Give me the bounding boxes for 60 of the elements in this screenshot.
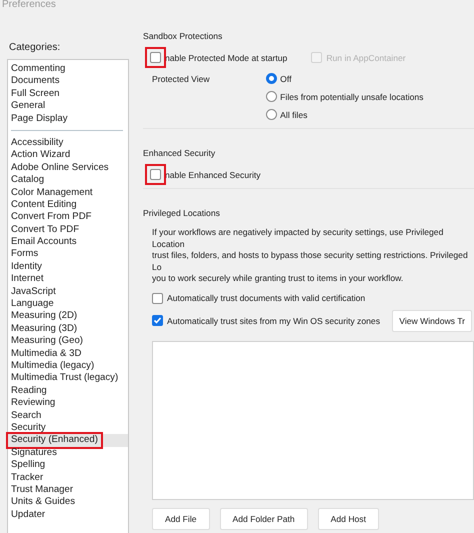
category-item[interactable]: Catalog [8, 174, 128, 187]
category-item[interactable]: Color Management [8, 186, 128, 199]
radio-button[interactable] [266, 109, 278, 120]
category-item[interactable]: Spelling [8, 459, 128, 472]
category-item[interactable]: Reading [8, 384, 128, 398]
add-button[interactable]: Add Folder Path [220, 508, 308, 530]
category-item[interactable]: Convert To PDF [8, 224, 128, 236]
category-item[interactable]: Internet [8, 273, 128, 286]
radio-label: Files from potentially unsafe locations [280, 92, 424, 102]
protected-view-label: Protected View [152, 74, 211, 84]
category-item[interactable]: Tracker [8, 472, 128, 484]
category-item[interactable]: Trust Manager [8, 484, 128, 496]
section-heading: Enhanced Security [143, 148, 216, 158]
category-item[interactable]: Measuring (3D) [8, 322, 128, 336]
category-item[interactable]: Action Wizard [8, 149, 128, 162]
checkbox[interactable] [152, 292, 163, 304]
category-item[interactable]: Measuring (Geo) [8, 335, 128, 348]
description-text: If your workflows are negatively impacted by security settings, use Privileged Location trust files, folders, and hosts to bypass those security setting restrictions. Privileged Lo you to work securely while granting trust to items in your workflow. [151, 227, 469, 284]
category-item[interactable]: Security (Enhanced) [8, 434, 128, 447]
category-item[interactable]: Measuring (2D) [8, 310, 128, 323]
add-button[interactable]: Add Host [318, 508, 379, 530]
category-item[interactable]: Signatures [8, 446, 128, 460]
checkbox[interactable] [150, 52, 161, 63]
category-item[interactable]: Units & Guides [8, 496, 128, 509]
category-item[interactable]: Updater [8, 508, 128, 522]
category-item[interactable]: Adobe Online Services [8, 162, 128, 174]
checkbox[interactable] [150, 169, 161, 180]
category-item[interactable]: Multimedia (legacy) [8, 360, 128, 372]
window-title: Preferences [1, 0, 57, 12]
view-windows-button[interactable]: View Windows Tr [392, 310, 472, 332]
category-item[interactable]: Multimedia & 3D [8, 348, 128, 360]
category-item[interactable]: Accessibility [8, 136, 128, 150]
radio-button[interactable] [266, 91, 278, 102]
category-item[interactable]: Identity [8, 260, 128, 274]
category-item[interactable]: Content Editing [8, 198, 128, 212]
checkbox-label: Automatically trust documents with valid certification [167, 293, 366, 303]
category-item[interactable]: JavaScript [8, 286, 128, 298]
category-item[interactable]: Documents [8, 75, 128, 88]
radio-label: All files [280, 110, 308, 120]
section-heading: Privileged Locations [143, 208, 221, 218]
category-item[interactable]: Full Screen [8, 88, 128, 100]
checkbox-label: Run in AppContainer [326, 52, 406, 62]
category-item[interactable]: Commenting [8, 63, 128, 76]
checkbox[interactable] [152, 315, 163, 326]
add-button[interactable]: Add File [152, 508, 210, 530]
category-item[interactable]: Multimedia Trust (legacy) [8, 372, 128, 385]
section-heading: Sandbox Protections [143, 31, 224, 41]
category-item[interactable]: Language [8, 298, 128, 310]
category-item[interactable]: Email Accounts [8, 236, 128, 248]
category-item[interactable]: Reviewing [8, 397, 128, 410]
category-item[interactable]: Search [8, 410, 128, 422]
categories-label: Categories: [8, 41, 62, 55]
radio-button[interactable] [266, 73, 278, 84]
category-item[interactable]: Page Display [8, 112, 128, 125]
category-item[interactable]: Forms [8, 248, 128, 261]
category-item[interactable]: Convert From PDF [8, 211, 128, 224]
checkbox-label: Automatically trust sites from my Win OS security zones [167, 316, 380, 326]
category-item[interactable]: Security [8, 422, 128, 434]
category-item[interactable]: General [8, 100, 128, 113]
radio-label: Off [280, 74, 292, 84]
